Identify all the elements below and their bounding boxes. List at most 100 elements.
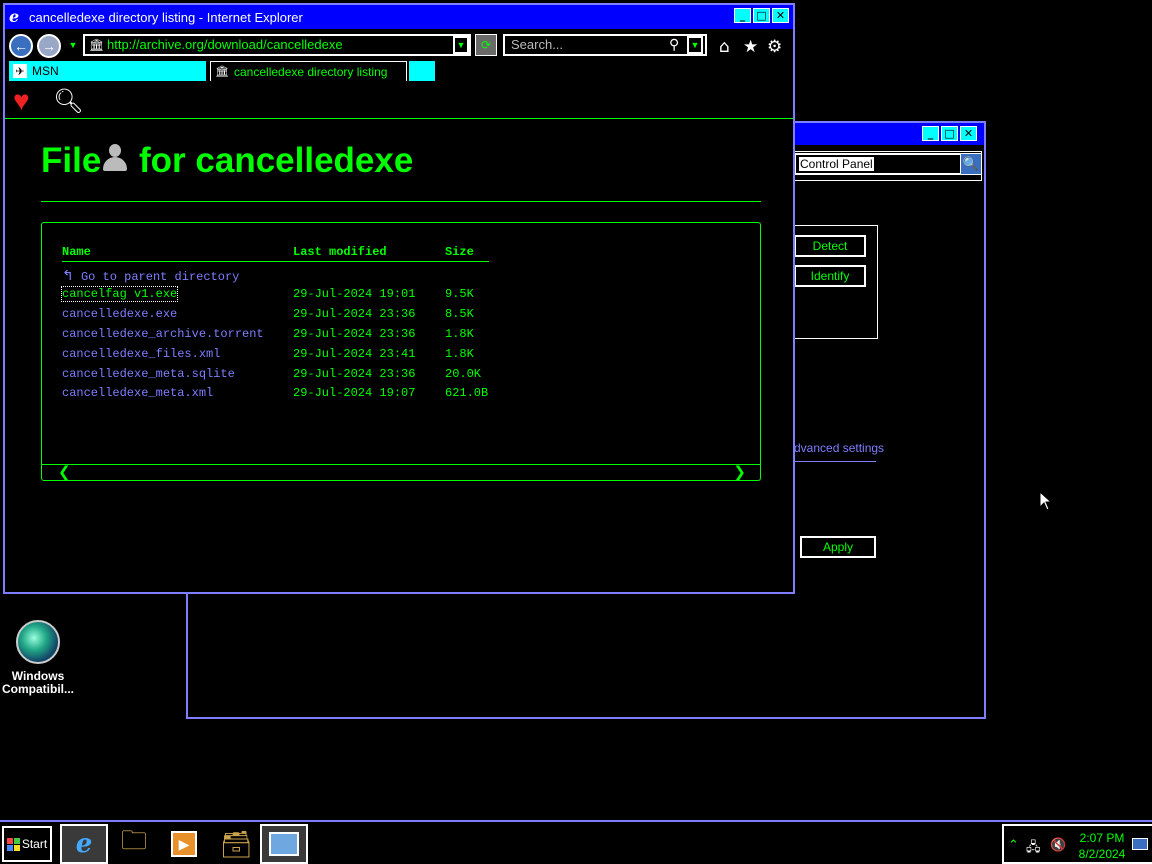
refresh-icon[interactable]: ⟳ [475, 34, 497, 56]
table-row: cancelledexe_meta.sqlite 29-Jul-2024 23:… [62, 364, 489, 384]
table-row: cancelledexe.exe 29-Jul-2024 23:36 8.5K [62, 304, 489, 324]
address-dropdown[interactable]: ▼ [453, 36, 469, 54]
taskbar-control-panel[interactable] [260, 824, 308, 864]
scroll-right-icon[interactable]: ❯ [733, 463, 746, 481]
detect-button[interactable]: Detect [794, 235, 866, 257]
title-prefix: File [41, 141, 102, 180]
address-bar[interactable]: 🏛 http://archive.org/download/cancellede… [83, 34, 471, 56]
maximize-button[interactable]: □ [941, 126, 958, 141]
archive-icon: 🏛 [89, 38, 105, 52]
file-name: cancelfag v1.exe [60, 286, 179, 303]
msn-icon: ✈ [13, 64, 27, 78]
file-size: 8.5K [445, 307, 474, 322]
address-text: http://archive.org/download/cancelledexe [107, 37, 343, 52]
directory-listing: Name Last modified Size ↰ Go to parent d… [41, 222, 761, 481]
tab-directory-listing[interactable]: 🏛 cancelledexe directory listing [210, 61, 407, 81]
desktop-icon-windows-compatibility[interactable]: Windows Compatibil... [0, 620, 76, 696]
file-link[interactable]: cancelledexe_archive.torrent [62, 324, 293, 344]
taskbar-explorer[interactable]: 🗀 [110, 824, 158, 864]
table-header: Name Last modified Size [62, 243, 489, 262]
person-icon [101, 144, 129, 174]
file-modified: 29-Jul-2024 19:01 [293, 287, 416, 302]
network-icon[interactable]: 🖧 [1026, 838, 1041, 860]
home-icon[interactable]: ⌂ [719, 37, 730, 57]
heart-icon[interactable]: ♥ [13, 87, 30, 115]
gear-icon[interactable]: ⚙ [767, 37, 782, 57]
taskbar: Start e 🗀 ▶ 🗃 ⌃ 🖧 🔇 2:07 PM 8/2/2024 [0, 820, 1152, 864]
title-suffix: for cancelledexe [129, 141, 414, 180]
clock-date: 8/2/2024 [1078, 847, 1126, 861]
column-name[interactable]: Name [62, 243, 293, 262]
archive-tool-icon: 🗃 [219, 828, 253, 859]
system-tray: ⌃ 🖧 🔇 2:07 PM 8/2/2024 [1002, 824, 1152, 864]
taskbar-media-player[interactable]: ▶ [160, 824, 208, 864]
window-title: cancelledexe directory listing - Interne… [29, 9, 303, 25]
divider [794, 461, 876, 462]
media-player-icon: ▶ [171, 831, 197, 857]
magnifier-icon[interactable]: 🔍︎ [53, 87, 83, 115]
internet-explorer-window[interactable]: e cancelledexe directory listing - Inter… [3, 3, 795, 594]
file-modified: 29-Jul-2024 23:36 [293, 307, 416, 322]
minimize-button[interactable]: _ [922, 126, 939, 141]
tab-bar: ✈ MSN 🏛 cancelledexe directory listing [9, 61, 793, 83]
table-row: cancelledexe_files.xml 29-Jul-2024 23:41… [62, 344, 489, 364]
page-title: File for cancelledexe [41, 141, 413, 181]
clock[interactable]: 2:07 PM 8/2/2024 [1078, 830, 1126, 862]
search-dropdown[interactable]: ▼ [687, 36, 703, 54]
file-modified: 29-Jul-2024 23:36 [293, 366, 416, 381]
advanced-settings-link[interactable]: dvanced settings [794, 441, 884, 455]
file-size: 20.0K [445, 366, 482, 381]
tab-msn[interactable]: ✈ MSN [9, 61, 206, 81]
file-link[interactable]: cancelledexe.exe [62, 304, 293, 324]
start-button[interactable]: Start [2, 826, 52, 862]
file-modified: 29-Jul-2024 23:36 [293, 326, 416, 341]
file-link[interactable]: cancelfag v1.exe [60, 285, 293, 305]
file-size: 621.0B [445, 386, 489, 401]
recent-pages-dropdown[interactable]: ▼ [65, 36, 81, 54]
control-panel-address-bar[interactable]: Control Panel [794, 153, 962, 175]
column-size[interactable]: Size [445, 243, 489, 262]
archive-icon: 🏛 [215, 66, 229, 78]
search-placeholder: Search... [511, 37, 564, 52]
show-desktop-button[interactable] [1132, 838, 1148, 850]
file-link[interactable]: cancelledexe_meta.sqlite [62, 364, 293, 384]
desktop-icon-label: Windows Compatibil... [0, 670, 76, 696]
folder-icon: 🗀 [120, 825, 147, 855]
search-icon[interactable]: 🔍 [960, 153, 982, 175]
volume-muted-icon[interactable]: 🔇 [1050, 838, 1066, 853]
table-row: cancelfag v1.exe 29-Jul-2024 19:01 9.5K [60, 285, 489, 305]
taskbar-internet-explorer[interactable]: e [60, 824, 108, 864]
show-hidden-icons-icon[interactable]: ⌃ [1008, 838, 1019, 853]
scroll-left-icon[interactable]: ❮ [58, 463, 71, 481]
file-size: 9.5K [445, 287, 474, 302]
file-link[interactable]: cancelledexe_meta.xml [62, 383, 293, 403]
forward-button[interactable]: → [37, 34, 61, 58]
column-modified[interactable]: Last modified [293, 243, 445, 262]
file-size: 1.8K [445, 326, 474, 341]
identify-button[interactable]: Identify [794, 265, 866, 287]
compatibility-icon [16, 620, 60, 664]
maximize-button[interactable]: □ [753, 8, 770, 23]
new-tab-button[interactable] [409, 61, 435, 81]
close-button[interactable]: ✕ [960, 126, 977, 141]
tab-label: cancelledexe directory listing [234, 64, 388, 79]
file-modified: 29-Jul-2024 19:07 [293, 386, 416, 401]
minimize-button[interactable]: _ [734, 8, 751, 23]
ie-window-controls: _ □ ✕ [734, 8, 789, 23]
search-icon[interactable]: ⚲ [669, 36, 679, 53]
address-text: Control Panel [799, 157, 874, 171]
ie-titlebar[interactable]: e cancelledexe directory listing - Inter… [5, 5, 793, 29]
parent-directory-link[interactable]: ↰ Go to parent directory [62, 261, 489, 285]
favorites-star-icon[interactable]: ★ [743, 37, 758, 57]
file-modified: 29-Jul-2024 23:41 [293, 346, 416, 361]
label-line-2: Compatibil... [2, 682, 74, 696]
favorites-bar: ♥ 🔍︎ [5, 85, 793, 119]
apply-button[interactable]: Apply [800, 536, 876, 558]
close-button[interactable]: ✕ [772, 8, 789, 23]
file-link[interactable]: cancelledexe_files.xml [62, 344, 293, 364]
up-arrow-icon: ↰ [62, 268, 74, 285]
taskbar-archive-app[interactable]: 🗃 [212, 824, 260, 864]
control-panel-window-controls: _ □ ✕ [922, 126, 977, 141]
back-button[interactable]: ← [9, 34, 33, 58]
horizontal-scrollbar[interactable]: ❮ ❯ [42, 463, 760, 481]
